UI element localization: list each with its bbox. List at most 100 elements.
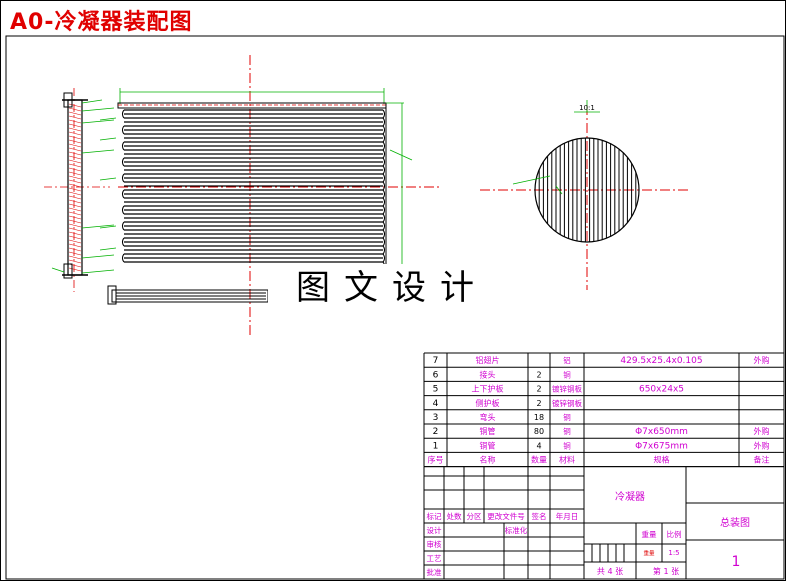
side-tube-hatch [68, 199, 82, 204]
side-tube-hatch [68, 251, 82, 256]
return-bend-left [122, 109, 125, 119]
return-bend-right [382, 213, 385, 223]
bom-material: 铝 [563, 355, 571, 365]
scale-value: 1:5 [668, 549, 679, 557]
side-tube-hatch [68, 195, 82, 200]
return-bend-right [382, 181, 385, 191]
side-tube-hatch [68, 131, 82, 136]
bom-spec: Φ7x675mm [635, 441, 688, 451]
return-bend-left [122, 157, 125, 167]
return-bend-right [382, 157, 385, 167]
bom-name: 铝翅片 [476, 355, 500, 365]
side-tube-hatch [68, 159, 82, 164]
leader-line [81, 254, 115, 259]
return-bend-right [382, 133, 385, 143]
bom-header-no: 序号 [428, 455, 444, 465]
bom-qty: 2 [536, 399, 541, 408]
return-bend-right [382, 221, 385, 231]
side-tube-hatch [68, 147, 82, 152]
title-block: 标记 处数 分区 更改文件号 签名 年月日设计审核工艺批准标准化冷凝器总装图1重量 比例重量… [423, 466, 784, 580]
bom-qty: 80 [534, 427, 544, 436]
return-bend-right [382, 229, 385, 239]
side-tube-hatch [68, 119, 82, 124]
bom-name: 上下护板 [472, 384, 504, 394]
side-tube-hatch [68, 115, 82, 120]
bom-table: 7 铝翅片 铝 429.5x25.4x0.105 外购 6 接头 2 铜 5 上下护板 2 镀锌钢板 65… [423, 352, 785, 468]
part-name-label: 冷凝器 [615, 490, 645, 503]
return-bend-right [382, 253, 385, 263]
side-tube-hatch [68, 107, 82, 112]
leader-line [512, 175, 551, 185]
bom-header-name: 名称 [480, 455, 496, 465]
side-tube-hatch [68, 155, 82, 160]
detail-view: 10:1 [480, 100, 690, 290]
return-bend-right [382, 173, 385, 183]
side-tube-hatch [68, 203, 82, 208]
side-tube-hatch [68, 231, 82, 236]
bom-material: 铜 [563, 412, 571, 422]
bom-no: 1 [433, 441, 439, 451]
return-bend-right [382, 205, 385, 215]
bom-no: 7 [433, 356, 439, 366]
leader-line [389, 149, 413, 161]
side-tube-hatch [68, 239, 82, 244]
bom-header-note: 备注 [754, 455, 770, 465]
side-tube-hatch [68, 223, 82, 228]
bom-header-spec: 规格 [654, 455, 670, 465]
leader-line [81, 269, 115, 274]
side-tube-hatch [68, 243, 82, 248]
bom-name: 铜管 [480, 440, 496, 450]
bom-no: 2 [433, 427, 439, 437]
bom-material: 铜 [563, 440, 571, 450]
side-tube-hatch [68, 127, 82, 132]
leader-line [81, 107, 115, 112]
side-tube-hatch [68, 267, 82, 272]
tb-role-label: 审核 [427, 539, 442, 549]
side-tube-hatch [68, 179, 82, 184]
side-tube-hatch [68, 259, 82, 264]
this-sheet: 第 1 张 [653, 566, 679, 576]
bom-header-qty: 数量 [531, 455, 547, 465]
side-tube-hatch [68, 139, 82, 144]
return-bend-left [122, 237, 125, 247]
bom-material: 镀锌钢板 [552, 398, 582, 408]
bom-qty: 18 [534, 413, 544, 422]
return-bend-right [382, 125, 385, 135]
return-bend-right [382, 245, 385, 255]
side-tube-hatch [68, 151, 82, 156]
bom-name: 铜管 [480, 426, 496, 436]
side-tube-hatch [68, 171, 82, 176]
side-tube-hatch [68, 175, 82, 180]
bom-note: 外购 [754, 426, 770, 436]
bom-no: 6 [433, 370, 439, 380]
tb-std-label: 标准化 [505, 525, 528, 535]
return-bend-right [382, 117, 385, 127]
return-bend-right [382, 109, 385, 119]
side-tube-hatch [68, 207, 82, 212]
bom-header-material: 材料 [559, 455, 575, 465]
top-plate [117, 102, 387, 109]
tb-role-label: 批准 [427, 567, 442, 577]
bom-material: 镀锌钢板 [552, 384, 582, 394]
weight-label: 重量 [642, 530, 657, 539]
side-tube-hatch [68, 215, 82, 220]
tb-rev-label: 更改文件号 [487, 511, 525, 521]
bom-qty: 2 [536, 370, 541, 379]
leader-line [81, 149, 115, 154]
return-bend-left [122, 253, 125, 263]
side-tube-hatch [68, 135, 82, 140]
side-view [44, 88, 115, 292]
leader-line [81, 119, 115, 124]
tb-rev-label: 年月日 [556, 511, 579, 521]
total-sheets: 共 4 张 [597, 567, 623, 576]
return-bend-right [382, 189, 385, 199]
side-tube-hatch [68, 143, 82, 148]
bom-qty: 4 [536, 441, 541, 450]
bom-qty: 2 [536, 385, 541, 394]
bom-note: 外购 [754, 355, 770, 365]
bom-name: 接头 [480, 369, 496, 379]
return-bend-right [382, 149, 385, 159]
leader-line [99, 137, 117, 141]
side-frame [67, 99, 83, 276]
side-tube-hatch [68, 187, 82, 192]
